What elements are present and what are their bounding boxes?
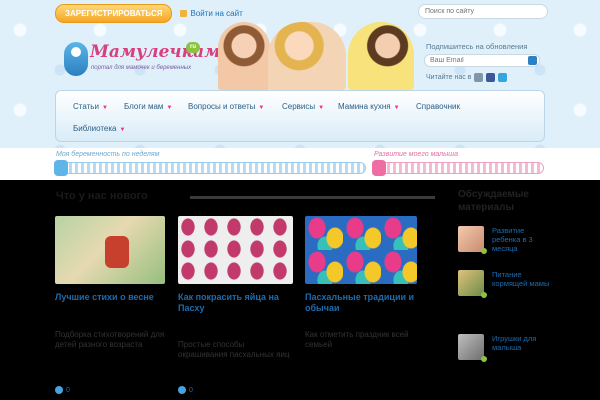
card-title-1[interactable]: Лучшие стихи о весне — [55, 292, 167, 303]
status-dot-icon — [481, 248, 487, 254]
card-image-1[interactable] — [55, 216, 165, 284]
main-nav: Статьи ▼ Блоги мам ▼ Вопросы и ответы ▼ Сер… — [55, 90, 545, 142]
login-link-label: Войти на сайт — [190, 8, 243, 18]
sidebar-item-link[interactable]: Развитие ребенка в 3 месяца — [492, 226, 550, 253]
nav-item-label: Мамина кухня — [338, 102, 391, 111]
nav-item-blogs[interactable]: Блоги мам ▼ — [124, 102, 172, 111]
sidebar-item[interactable]: Игрушки для малыша — [458, 334, 548, 378]
nav-item-reference[interactable]: Справочник — [416, 102, 460, 111]
sidebar-title: Обсуждаемые материалы — [458, 189, 529, 213]
pregnancy-week-slider[interactable] — [56, 162, 366, 174]
login-link[interactable]: Войти на сайт — [180, 8, 243, 18]
header-photo-pregnant — [348, 22, 414, 90]
sidebar-item-link[interactable]: Питание кормящей мамы — [492, 270, 550, 288]
sidebar-thumbnail — [458, 270, 484, 296]
card-image-3[interactable] — [305, 216, 417, 284]
sidebar-thumbnail — [458, 226, 484, 252]
comment-bubble-icon — [178, 386, 186, 394]
section-title: Что у нас нового — [56, 190, 148, 202]
chevron-down-icon: ▼ — [101, 105, 108, 111]
chevron-down-icon: ▼ — [258, 105, 265, 111]
header-photo-mother-child — [218, 22, 270, 90]
card-text-3: Как отметить праздник всей семьей — [305, 330, 409, 349]
sidebar-item[interactable]: Развитие ребенка в 3 месяца — [458, 226, 548, 270]
logo-name: Мамулечкам — [90, 42, 221, 62]
lock-icon — [180, 9, 188, 17]
register-button[interactable]: ЗАРЕГИСТРИРОВАТЬСЯ — [55, 3, 173, 23]
card-text-2: Простые способы окрашивания пасхальных я… — [178, 340, 290, 359]
sidebar-thumbnail — [458, 334, 484, 360]
chevron-down-icon: ▼ — [393, 105, 400, 111]
sidebar-item[interactable]: Питание кормящей мамы — [458, 270, 550, 314]
chevron-down-icon: ▼ — [119, 127, 126, 133]
card-comments-2[interactable]: 0 — [178, 386, 193, 394]
site-logo[interactable]: Мамулечкам ru портал для мамочек и берем… — [64, 40, 220, 80]
nav-item-articles[interactable]: Статьи ▼ — [73, 102, 108, 111]
nav-item-label: Вопросы и ответы — [188, 102, 256, 111]
nav-item-library[interactable]: Библиотека ▼ — [73, 124, 125, 133]
nav-item-label: Блоги мам — [124, 102, 164, 111]
subscribe-label: Подпишитесь на обновления — [426, 42, 528, 51]
pregnancy-slider-handle[interactable] — [54, 160, 68, 176]
nav-item-questions[interactable]: Вопросы и ответы ▼ — [188, 102, 264, 111]
top-bar: ЗАРЕГИСТРИРОВАТЬСЯ Войти на сайт — [55, 3, 243, 23]
section-divider — [190, 196, 435, 199]
comment-bubble-icon — [55, 386, 63, 394]
baby-slider-handle[interactable] — [372, 160, 386, 176]
logo-tagline: портал для мамочек и беременных — [91, 65, 192, 71]
nav-item-label: Сервисы — [282, 102, 316, 111]
chevron-down-icon: ▼ — [166, 105, 173, 111]
nav-item-label: Справочник — [416, 102, 460, 111]
progress-trackers: Моя беременность по неделям Развитие мое… — [0, 148, 600, 180]
baby-tracker-label[interactable]: Развитие моего малыша — [374, 151, 458, 158]
subscribe-submit-button[interactable] — [528, 56, 537, 65]
comment-count: 0 — [66, 386, 70, 394]
comment-count: 0 — [189, 386, 193, 394]
social-links: Читайте нас в — [426, 73, 508, 82]
search-input[interactable] — [418, 4, 548, 19]
mother-logo-icon — [64, 42, 88, 76]
card-comments-1[interactable]: 0 — [55, 386, 70, 394]
social-label: Читайте нас в — [426, 74, 472, 81]
logo-domain-badge: ru — [186, 42, 200, 53]
facebook-icon[interactable] — [486, 73, 496, 82]
nav-item-label: Статьи — [73, 102, 99, 111]
status-dot-icon — [481, 356, 487, 362]
pregnancy-tracker-label[interactable]: Моя беременность по неделям — [56, 151, 159, 158]
sidebar-item-link[interactable]: Игрушки для малыша — [492, 334, 550, 352]
mail-icon[interactable] — [474, 73, 484, 82]
card-text-1: Подборка стихотворений для детей разного… — [55, 330, 165, 349]
card-title-2[interactable]: Как покрасить яйца на Пасху — [178, 292, 293, 314]
baby-month-slider[interactable] — [374, 162, 544, 174]
subscribe-email-field[interactable] — [424, 54, 540, 67]
card-image-2[interactable] — [178, 216, 293, 284]
nav-item-kitchen[interactable]: Мамина кухня ▼ — [338, 102, 400, 111]
chevron-down-icon: ▼ — [318, 105, 325, 111]
header-photo-mother-baby — [268, 22, 346, 90]
card-title-3[interactable]: Пасхальные традиции и обычаи — [305, 292, 420, 314]
nav-item-label: Библиотека — [73, 124, 117, 133]
twitter-icon[interactable] — [498, 73, 508, 82]
status-dot-icon — [481, 292, 487, 298]
site-header: ЗАРЕГИСТРИРОВАТЬСЯ Войти на сайт Мамулеч… — [0, 0, 600, 158]
nav-item-services[interactable]: Сервисы ▼ — [282, 102, 324, 111]
